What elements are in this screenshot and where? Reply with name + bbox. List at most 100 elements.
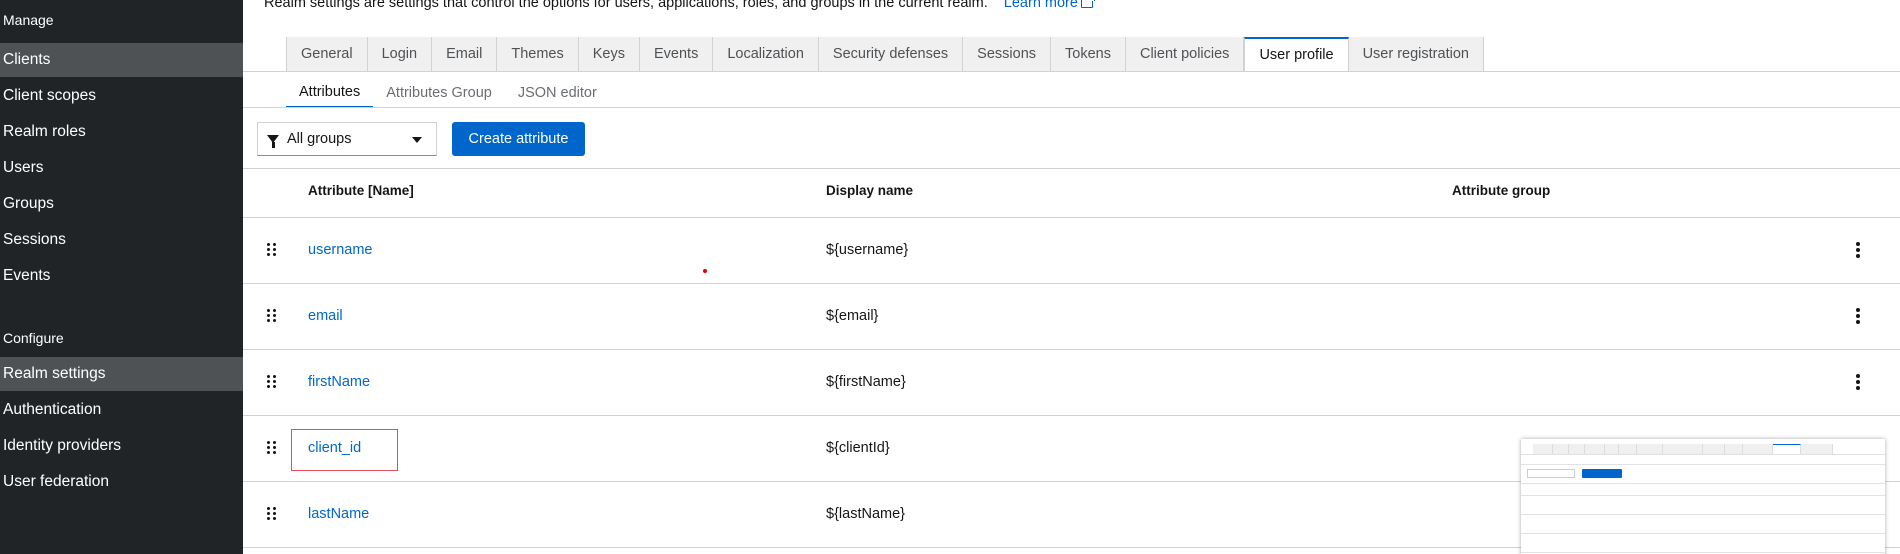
- column-header-display-name: Display name: [826, 183, 914, 198]
- sidebar-item-sessions[interactable]: Sessions: [0, 223, 243, 257]
- attribute-name-link[interactable]: firstName: [308, 374, 370, 390]
- sidebar-item-client-scopes[interactable]: Client scopes: [0, 79, 243, 113]
- thumbnail-tab: [1533, 444, 1553, 454]
- thumbnail-select: [1527, 469, 1575, 478]
- tabs-divider: [243, 71, 1900, 72]
- sidebar-item-label: Clients: [3, 51, 51, 68]
- thumbnail-tab: [1663, 444, 1703, 454]
- attribute-display-name: ${clientId}: [826, 440, 890, 456]
- tab-tokens[interactable]: Tokens: [1051, 37, 1126, 71]
- subtabs-divider: [243, 107, 1900, 108]
- sidebar-item-label: User federation: [3, 473, 109, 490]
- external-link-icon: [1080, 0, 1095, 8]
- table-row: username ${username}: [243, 218, 1900, 284]
- sidebar-item-identity-providers[interactable]: Identity providers: [0, 429, 243, 463]
- tab-email[interactable]: Email: [432, 37, 498, 71]
- learn-more-link[interactable]: Learn more: [1003, 0, 1095, 11]
- group-filter-select[interactable]: All groups: [257, 122, 437, 156]
- thumbnail-tab: [1703, 444, 1725, 454]
- thumbnail-button: [1582, 469, 1622, 478]
- description-text: Realm settings are settings that control…: [264, 0, 988, 11]
- sidebar-item-label: Client scopes: [3, 87, 97, 104]
- column-header-attribute[interactable]: Attribute [Name]: [308, 183, 414, 198]
- user-profile-subtabs: Attributes Attributes Group JSON editor: [286, 78, 610, 108]
- thumbnail-tab: [1801, 444, 1833, 454]
- tab-localization[interactable]: Localization: [713, 37, 819, 71]
- sidebar-section-manage: Manage: [3, 12, 54, 28]
- thumbnail-tab: [1569, 444, 1585, 454]
- attribute-display-name: ${firstName}: [826, 374, 906, 390]
- tab-user-registration[interactable]: User registration: [1348, 37, 1484, 71]
- thumbnail-divider: [1521, 495, 1885, 496]
- table-row: email ${email}: [243, 284, 1900, 350]
- drag-handle-icon[interactable]: [267, 243, 277, 257]
- thumbnail-divider: [1521, 533, 1885, 534]
- cursor-marker: [703, 269, 707, 273]
- sidebar-item-label: Events: [3, 267, 51, 284]
- tab-login[interactable]: Login: [367, 37, 433, 71]
- thumbnail-tab: [1619, 444, 1637, 454]
- screenshot-thumbnail: [1521, 439, 1885, 554]
- drag-handle-icon[interactable]: [267, 375, 277, 389]
- tab-keys[interactable]: Keys: [578, 37, 640, 71]
- sidebar-item-groups[interactable]: Groups: [0, 187, 243, 221]
- sidebar-item-label: Users: [3, 159, 44, 176]
- thumbnail-tab: [1773, 444, 1801, 454]
- realm-settings-tabs: General Login Email Themes Keys Events L…: [286, 37, 1484, 71]
- drag-handle-icon[interactable]: [267, 441, 277, 455]
- tab-events[interactable]: Events: [639, 37, 714, 71]
- sidebar-item-events[interactable]: Events: [0, 259, 243, 293]
- tab-user-profile[interactable]: User profile: [1244, 37, 1349, 71]
- column-header-attribute-group: Attribute group: [1452, 183, 1551, 198]
- thumbnail-tab: [1637, 444, 1663, 454]
- app-root: Manage Clients Client scopes Realm roles…: [0, 0, 1900, 554]
- subtab-json-editor[interactable]: JSON editor: [505, 78, 610, 108]
- thumbnail-divider: [1521, 514, 1885, 515]
- attribute-name-link[interactable]: username: [308, 242, 372, 258]
- kebab-menu-icon[interactable]: [1855, 308, 1861, 324]
- table-row: firstName ${firstName}: [243, 350, 1900, 416]
- thumbnail-tab: [1553, 444, 1569, 454]
- thumbnail-tab: [1605, 444, 1619, 454]
- tab-themes[interactable]: Themes: [497, 37, 579, 71]
- tab-general[interactable]: General: [286, 37, 368, 71]
- drag-handle-icon[interactable]: [267, 507, 277, 521]
- sidebar: Manage Clients Client scopes Realm roles…: [0, 0, 243, 554]
- sidebar-item-label: Realm settings: [3, 365, 106, 382]
- tab-security-defenses[interactable]: Security defenses: [818, 37, 964, 71]
- caret-down-icon: [412, 137, 422, 143]
- filter-icon: [267, 135, 279, 148]
- sidebar-item-label: Authentication: [3, 401, 102, 418]
- sidebar-item-realm-roles[interactable]: Realm roles: [0, 115, 243, 149]
- thumbnail-divider: [1521, 464, 1885, 465]
- attribute-name-link[interactable]: email: [308, 308, 343, 324]
- subtab-attributes[interactable]: Attributes: [286, 78, 374, 108]
- tab-sessions[interactable]: Sessions: [963, 37, 1052, 71]
- thumbnail-divider: [1521, 483, 1885, 484]
- subtab-attributes-group[interactable]: Attributes Group: [373, 78, 505, 108]
- main-content: Realm settings are settings that control…: [243, 0, 1900, 554]
- tab-client-policies[interactable]: Client policies: [1125, 37, 1245, 71]
- sidebar-section-configure: Configure: [3, 330, 64, 346]
- sidebar-item-user-federation[interactable]: User federation: [0, 465, 243, 499]
- create-attribute-button[interactable]: Create attribute: [452, 122, 585, 156]
- sidebar-item-clients[interactable]: Clients: [0, 43, 243, 77]
- thumbnail-divider: [1521, 454, 1885, 455]
- attribute-display-name: ${email}: [826, 308, 879, 324]
- attribute-name-link[interactable]: lastName: [308, 506, 369, 522]
- sidebar-item-users[interactable]: Users: [0, 151, 243, 185]
- learn-more-label: Learn more: [1003, 0, 1078, 11]
- group-filter-value: All groups: [287, 131, 352, 147]
- thumbnail-tab: [1725, 444, 1743, 454]
- kebab-menu-icon[interactable]: [1855, 242, 1861, 258]
- thumbnail-tabs: [1533, 444, 1833, 454]
- sidebar-item-label: Identity providers: [3, 437, 122, 454]
- thumbnail-tab: [1743, 444, 1773, 454]
- kebab-menu-icon[interactable]: [1855, 374, 1861, 390]
- thumbnail-tab: [1585, 444, 1605, 454]
- thumbnail-divider: [1521, 552, 1885, 553]
- sidebar-item-label: Groups: [3, 195, 54, 212]
- sidebar-item-authentication[interactable]: Authentication: [0, 393, 243, 427]
- drag-handle-icon[interactable]: [267, 309, 277, 323]
- sidebar-item-realm-settings[interactable]: Realm settings: [0, 357, 243, 391]
